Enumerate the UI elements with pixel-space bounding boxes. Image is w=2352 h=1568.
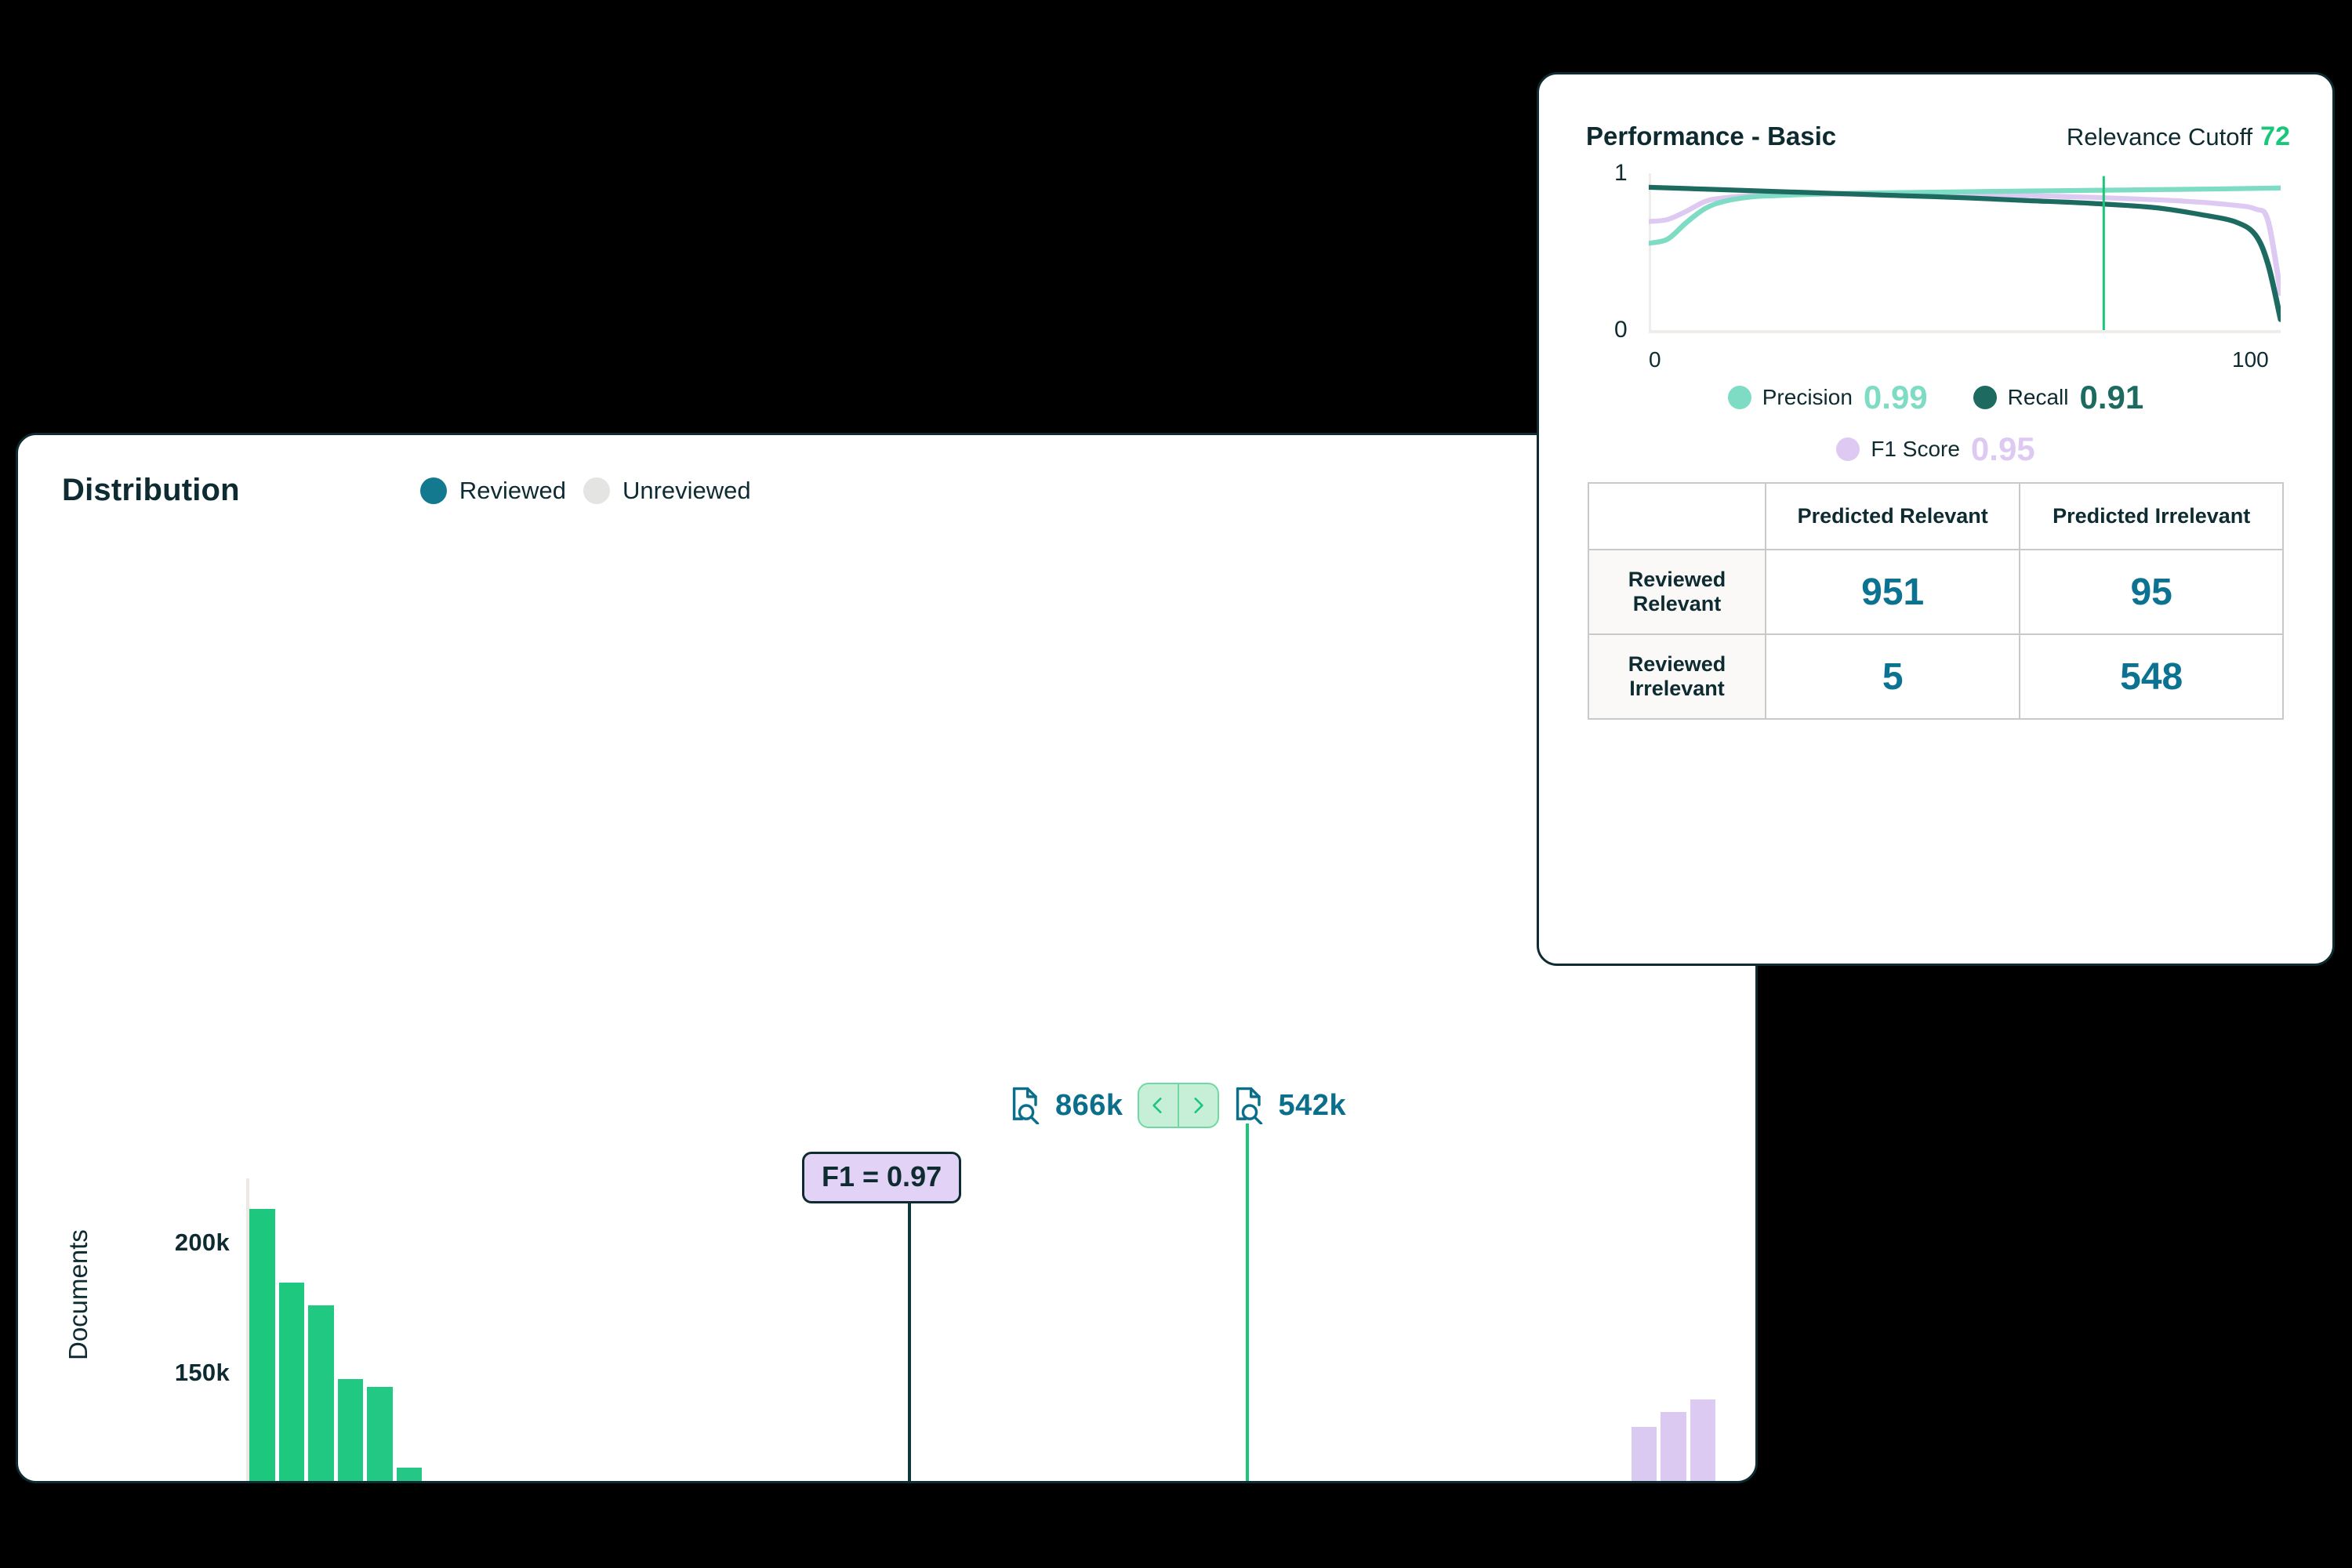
perf-x-tick: 0 (1649, 347, 1661, 372)
series-line-f1-score (1649, 191, 2281, 296)
table-row: Reviewed Irrelevant 5 548 (1588, 633, 2284, 720)
reviewed-color-dot (419, 477, 447, 504)
cutoff-increase-button[interactable] (1177, 1084, 1218, 1127)
histogram-bar[interactable] (308, 1305, 334, 1481)
f1-label: F1 Score (1871, 437, 1960, 461)
performance-metrics: Precision 0.99 Recall 0.91 F1 Score 0.95 (1539, 379, 2332, 468)
performance-header: Performance - Basic Relevance Cutoff 72 (1586, 122, 2290, 152)
column-header-predicted-relevant: Predicted Relevant (1764, 482, 2021, 550)
histogram-bar[interactable] (337, 1378, 363, 1481)
legend-label-unreviewed: Unreviewed (622, 476, 751, 504)
y-axis-ticks: 200k 150k 100k 50k 0.0 (104, 435, 230, 1481)
legend-label-reviewed: Reviewed (459, 476, 566, 504)
histogram-bar[interactable] (367, 1386, 393, 1481)
right-count-value: 542k (1278, 1088, 1347, 1122)
histogram-bar[interactable] (1661, 1412, 1686, 1481)
matrix-corner-cell (1588, 482, 1766, 550)
left-document-count[interactable]: 866k (1010, 1087, 1123, 1124)
document-search-icon (1012, 1087, 1040, 1124)
right-document-count[interactable]: 542k (1233, 1087, 1347, 1124)
series-line-recall (1649, 184, 2281, 322)
legend-item-unreviewed[interactable]: Unreviewed (583, 477, 751, 505)
confusion-matrix: Predicted Relevant Predicted Irrelevant … (1588, 482, 2284, 720)
column-header-predicted-irrelevant: Predicted Irrelevant (2019, 482, 2284, 550)
f1-score-badge[interactable]: F1 = 0.97 (802, 1152, 962, 1203)
perf-x-axis-line (1649, 330, 2281, 333)
table-row: Reviewed Relevant 951 95 (1588, 549, 2284, 635)
perf-y-tick: 1 (1614, 160, 1628, 186)
metric-recall: Recall 0.91 (1973, 379, 2144, 416)
legend-item-reviewed[interactable]: Reviewed (419, 476, 566, 505)
performance-card: Performance - Basic Relevance Cutoff 72 1… (1537, 72, 2335, 966)
row-header-reviewed-relevant: Reviewed Relevant (1588, 549, 1766, 635)
row-header-reviewed-irrelevant: Reviewed Irrelevant (1588, 633, 1766, 720)
performance-line-chart[interactable] (1649, 173, 2281, 330)
histogram-bar[interactable] (1631, 1427, 1657, 1481)
histogram-bar[interactable] (396, 1468, 422, 1481)
relevance-cutoff-label: Relevance Cutoff (2066, 123, 2253, 151)
distribution-card: Distribution Reviewed Unreviewed Documen… (16, 433, 1758, 1483)
perf-x-tick: 100 (2232, 347, 2269, 372)
cell-true-positive: 951 (1764, 549, 2021, 635)
f1-color-dot (1836, 437, 1860, 461)
document-search-icon (1236, 1087, 1262, 1124)
perf-y-tick: 0 (1614, 317, 1628, 343)
y-tick: 150k (174, 1359, 230, 1386)
recall-value: 0.91 (2079, 379, 2144, 416)
recall-label: Recall (2007, 385, 2069, 409)
y-axis-label: Documents (64, 1229, 93, 1360)
recall-color-dot (1973, 386, 1997, 409)
table-header-row: Predicted Relevant Predicted Irrelevant (1588, 482, 2284, 550)
chevron-right-icon (1194, 1098, 1203, 1113)
precision-label: Precision (1762, 385, 1853, 409)
precision-color-dot (1727, 386, 1751, 409)
cutoff-stepper[interactable] (1137, 1083, 1219, 1128)
relevance-cutoff-value: 72 (2260, 122, 2290, 151)
histogram-bar[interactable] (1690, 1399, 1715, 1481)
distribution-legend: Reviewed Unreviewed (419, 476, 751, 505)
cell-false-positive: 5 (1764, 633, 2021, 720)
cell-true-negative: 548 (2019, 633, 2284, 720)
cell-false-negative: 95 (2019, 549, 2284, 635)
precision-value: 0.99 (1863, 379, 1928, 416)
histogram-bar[interactable] (278, 1282, 304, 1481)
cutoff-decrease-button[interactable] (1139, 1084, 1178, 1127)
histogram-bar[interactable] (249, 1208, 275, 1481)
f1-value: 0.95 (1970, 430, 2035, 467)
cutoff-marker-line[interactable] (1246, 1123, 1249, 1481)
histogram-plot[interactable] (249, 1178, 1719, 1481)
left-count-value: 866k (1055, 1088, 1123, 1122)
document-counts-row: 866k 542k (1010, 1083, 1346, 1128)
metric-f1-score: F1 Score 0.95 (1836, 430, 2035, 468)
f1-marker-line[interactable] (908, 1197, 911, 1481)
performance-title: Performance - Basic (1586, 122, 1837, 151)
chevron-left-icon (1152, 1098, 1162, 1113)
unreviewed-color-dot (583, 477, 610, 504)
relevance-cutoff[interactable]: Relevance Cutoff 72 (2067, 122, 2290, 152)
y-tick: 200k (174, 1229, 230, 1256)
metric-precision: Precision 0.99 (1727, 379, 1928, 416)
